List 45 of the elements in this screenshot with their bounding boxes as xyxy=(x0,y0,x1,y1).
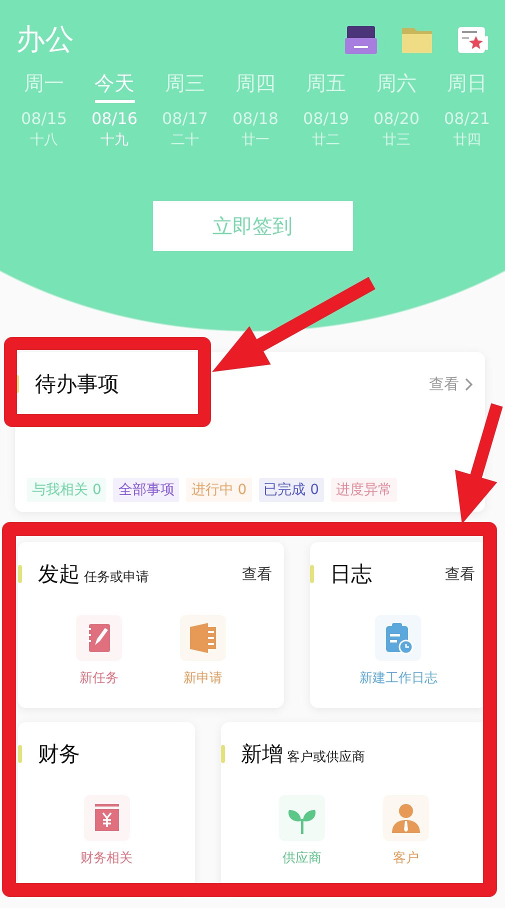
view-link[interactable]: 查看 xyxy=(242,564,272,584)
page-title: 办公 xyxy=(16,21,74,58)
calendar-day[interactable]: 周三 08/17 二十 xyxy=(151,70,219,149)
view-link[interactable]: 查看 xyxy=(429,374,473,394)
clipboard-clock-icon[interactable] xyxy=(375,615,422,661)
action-label[interactable]: 新任务 xyxy=(79,669,118,687)
filter-tag[interactable]: 全部事项 xyxy=(113,478,180,502)
accent-bar xyxy=(221,745,226,763)
card-title: 新增 xyxy=(241,741,284,768)
calendar-day[interactable]: 周六 08/20 廿三 xyxy=(362,70,430,149)
star-card-icon[interactable] xyxy=(457,26,489,54)
notebook-pen-icon[interactable] xyxy=(76,615,122,661)
card-subtitle: 客户或供应商 xyxy=(287,748,366,766)
accent-bar xyxy=(18,745,22,763)
accent-bar xyxy=(310,565,314,583)
filter-tag[interactable]: 进行中 0 xyxy=(186,478,252,502)
action-label[interactable]: 财务相关 xyxy=(80,849,133,867)
card-subtitle: 任务或申请 xyxy=(84,568,149,586)
calendar-day[interactable]: 周五 08/19 廿二 xyxy=(292,70,360,149)
calendar-day[interactable]: 周日 08/21 廿四 xyxy=(433,70,501,149)
filter-tag[interactable]: 已完成 0 xyxy=(258,478,324,502)
card-title: 发起 xyxy=(38,561,80,588)
accent-bar xyxy=(18,565,22,583)
action-label[interactable]: 新申请 xyxy=(183,669,222,687)
filter-tag[interactable]: 进度异常 xyxy=(331,478,398,502)
yen-box-icon[interactable] xyxy=(84,795,130,841)
sprout-icon[interactable] xyxy=(279,795,326,841)
action-label[interactable]: 新建工作日志 xyxy=(359,669,438,687)
action-label[interactable]: 供应商 xyxy=(282,849,322,867)
action-label[interactable]: 客户 xyxy=(393,849,420,867)
folder-icon[interactable] xyxy=(401,26,433,54)
calendar-day[interactable]: 今天 08/16 十九 xyxy=(80,70,148,149)
view-link[interactable]: 查看 xyxy=(445,564,475,584)
check-in-button[interactable]: 立即签到 xyxy=(152,201,352,251)
accent-bar xyxy=(15,375,19,393)
card-title: 日志 xyxy=(330,561,372,588)
person-icon[interactable] xyxy=(383,795,430,841)
card-title: 待办事项 xyxy=(35,371,119,398)
inbox-tray-icon[interactable] xyxy=(345,26,377,54)
chevron-right-icon xyxy=(465,378,473,390)
document-icon[interactable] xyxy=(180,615,226,661)
filter-tag[interactable]: 与我相关 0 xyxy=(27,478,106,502)
calendar-day[interactable]: 周一 08/15 十八 xyxy=(10,70,78,149)
card-title: 财务 xyxy=(38,741,80,768)
calendar-day[interactable]: 周四 08/18 廿一 xyxy=(222,70,290,149)
